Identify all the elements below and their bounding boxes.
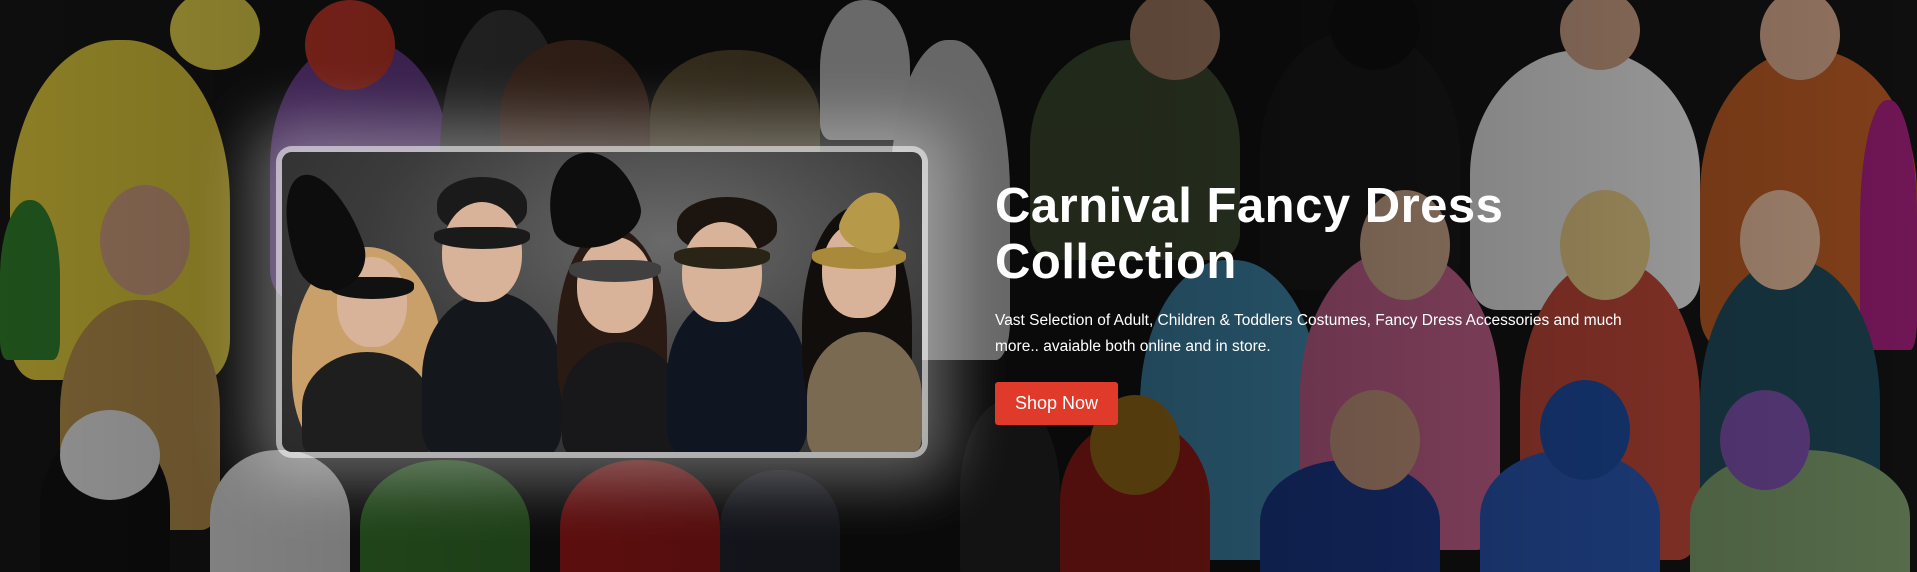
shop-now-button[interactable]: Shop Now [995, 382, 1119, 425]
banner-description: Vast Selection of Adult, Children & Todd… [995, 312, 1622, 355]
banner-content: Carnival Fancy Dress Collection Vast Sel… [995, 178, 1695, 425]
masquerade-masks-image [282, 152, 922, 452]
banner-title-line2: Collection [995, 235, 1237, 289]
banner-title: Carnival Fancy Dress Collection [995, 178, 1695, 290]
banner-title-line1: Carnival Fancy Dress [995, 179, 1504, 233]
hero-banner: Carnival Fancy Dress Collection Vast Sel… [0, 0, 1917, 572]
